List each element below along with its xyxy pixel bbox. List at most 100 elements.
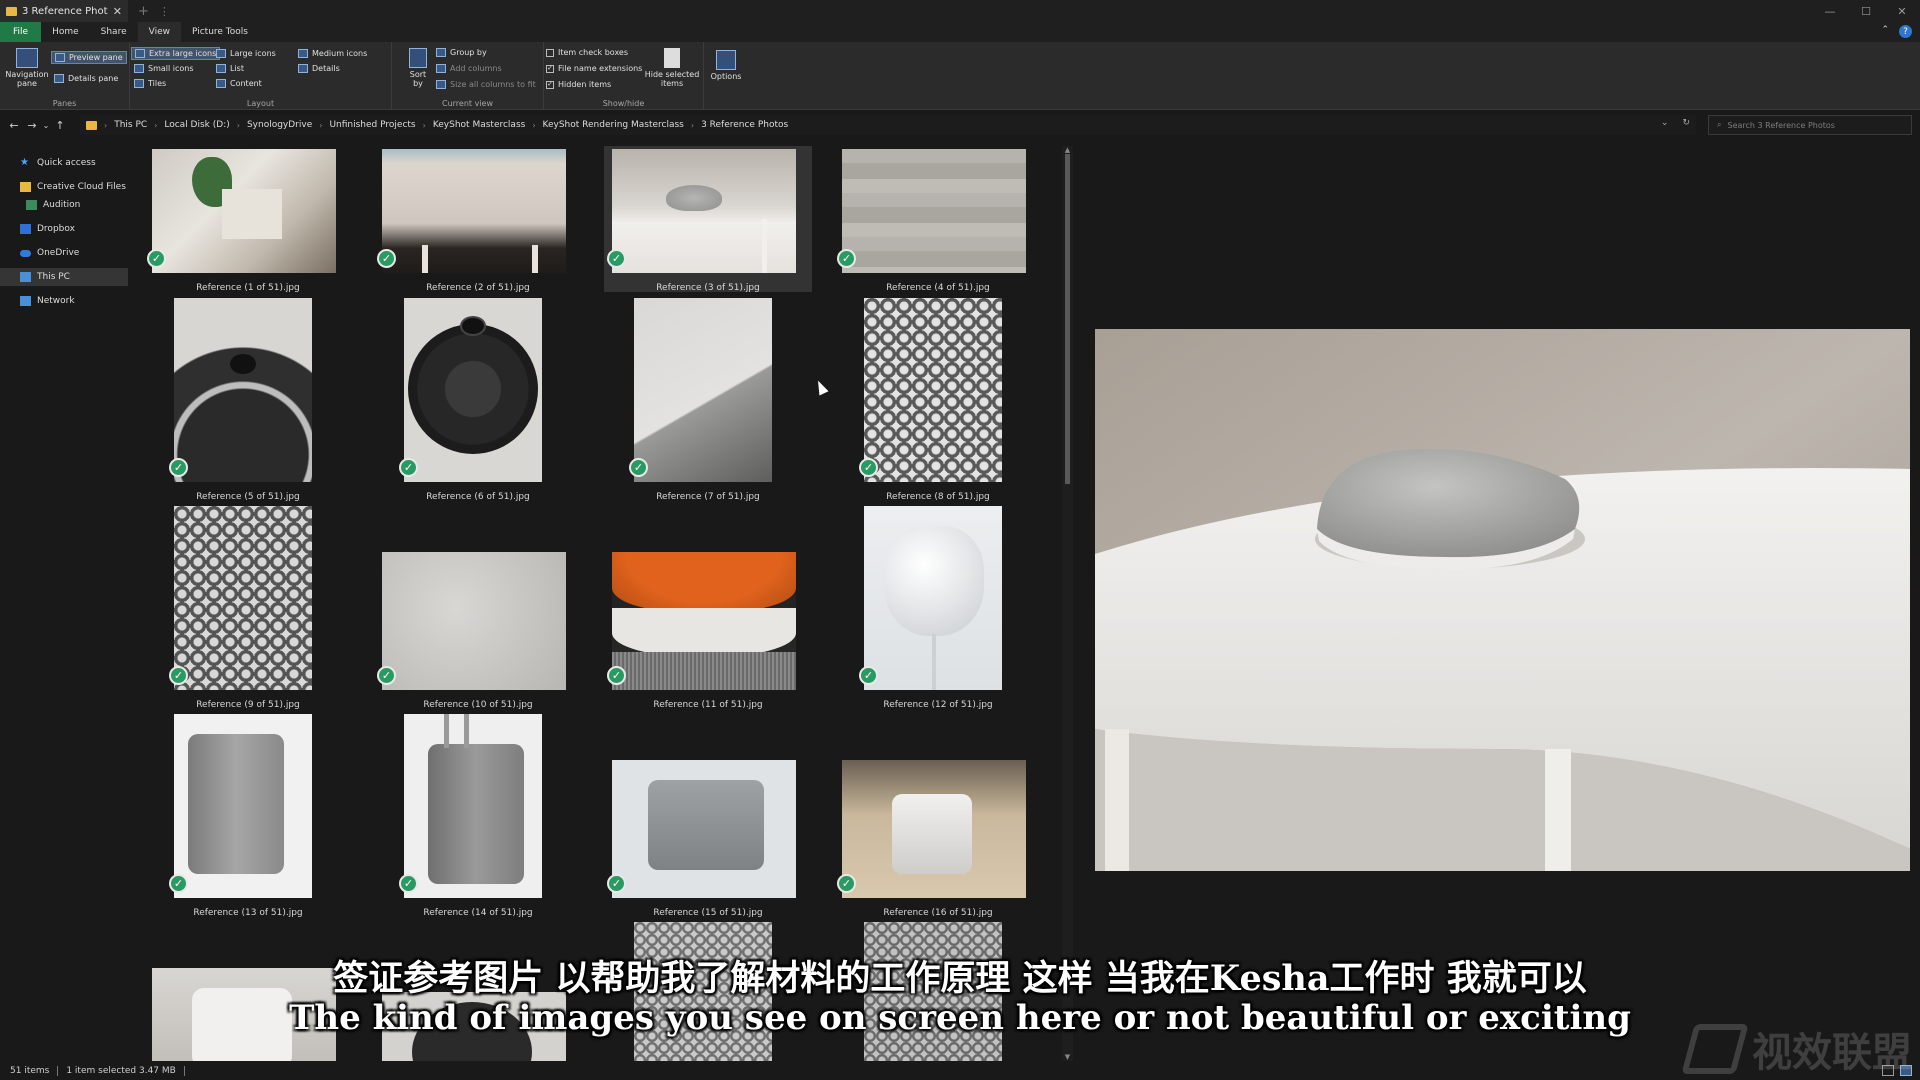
file-name: Reference (9 of 51).jpg <box>196 700 300 710</box>
refresh-icon[interactable]: ↻ <box>1682 118 1690 128</box>
checkmark-icon: ✓ <box>837 249 856 268</box>
file-item[interactable]: ✓ Reference (12 of 51).jpg <box>834 506 1042 714</box>
tab-close-icon[interactable]: ✕ <box>113 5 122 18</box>
search-input[interactable]: ⌕ Search 3 Reference Photos <box>1708 115 1912 135</box>
back-arrow-icon[interactable]: ← <box>5 119 23 132</box>
file-item-selected[interactable]: ✓ Reference (3 of 51).jpg <box>604 146 812 293</box>
layout-medium-icons[interactable]: Medium icons <box>298 49 367 58</box>
tab-share[interactable]: Share <box>90 22 138 42</box>
checkmark-icon: ✓ <box>169 874 188 893</box>
file-name: Reference (15 of 51).jpg <box>653 908 763 918</box>
ribbon-tabs: File Home Share View Picture Tools ⌃ ? <box>0 22 1920 42</box>
file-name: Reference (11 of 51).jpg <box>653 700 763 710</box>
checkmark-icon: ✓ <box>629 458 648 477</box>
file-item[interactable]: ✓ Reference (7 of 51).jpg <box>604 298 812 506</box>
help-icon[interactable]: ? <box>1899 25 1912 38</box>
ribbon-group-panes: Navigation pane Preview pane Details pan… <box>0 42 130 110</box>
collapse-ribbon-icon[interactable]: ⌃ <box>1881 25 1889 38</box>
breadcrumb-keyshot-masterclass[interactable]: KeyShot Masterclass <box>433 120 526 130</box>
address-field[interactable]: › This PC › Local Disk (D:) › SynologyDr… <box>80 115 1696 135</box>
file-item[interactable]: ✓ Reference (9 of 51).jpg <box>144 506 352 714</box>
layout-tiles[interactable]: Tiles <box>134 79 166 88</box>
nav-item-dropbox[interactable]: Dropbox <box>0 220 128 238</box>
file-name: Reference (12 of 51).jpg <box>883 700 993 710</box>
layout-details[interactable]: Details <box>298 64 340 73</box>
list-icon <box>216 64 226 73</box>
file-item[interactable]: ✓ Reference (14 of 51).jpg <box>374 714 582 922</box>
group-by-icon <box>436 48 446 57</box>
scrollbar-thumb[interactable] <box>1065 154 1070 484</box>
item-check-boxes-toggle[interactable]: Item check boxes <box>546 48 628 57</box>
maximize-button[interactable]: ☐ <box>1848 0 1884 22</box>
layout-small-icons[interactable]: Small icons <box>134 64 194 73</box>
tab-file[interactable]: File <box>0 22 42 42</box>
file-item[interactable]: ✓ Reference (11 of 51).jpg <box>604 506 812 714</box>
up-arrow-icon[interactable]: ↑ <box>51 119 69 132</box>
scroll-up-icon[interactable]: ▲ <box>1062 146 1073 154</box>
preview-pane-button[interactable]: Preview pane <box>51 51 127 64</box>
file-item[interactable]: ✓ Reference (5 of 51).jpg <box>144 298 352 506</box>
file-name-extensions-checkbox[interactable]: ✓ <box>546 64 554 73</box>
layout-large-icons[interactable]: Large icons <box>216 49 276 58</box>
tab-home[interactable]: Home <box>41 22 90 42</box>
breadcrumb-3-reference-photos[interactable]: 3 Reference Photos <box>701 120 788 130</box>
file-name-extensions-toggle[interactable]: ✓ File name extensions <box>546 64 642 73</box>
nav-item-creative-cloud-files[interactable]: Creative Cloud Files <box>0 178 128 196</box>
breadcrumb-keyshot-rendering-masterclass[interactable]: KeyShot Rendering Masterclass <box>543 120 684 130</box>
hide-selected-items-button[interactable]: Hide selected items <box>644 48 700 88</box>
new-tab-icon[interactable]: + <box>138 4 149 19</box>
window-tab[interactable]: 3 Reference Photos ✕ <box>0 0 128 22</box>
file-item[interactable]: ✓ Reference (16 of 51).jpg <box>834 714 1042 922</box>
search-icon: ⌕ <box>1717 120 1722 129</box>
minimize-button[interactable]: — <box>1812 0 1848 22</box>
file-item[interactable]: ✓ Reference (13 of 51).jpg <box>144 714 352 922</box>
item-check-boxes-checkbox[interactable] <box>546 48 554 57</box>
group-by-button[interactable]: Group by <box>436 48 487 57</box>
file-item[interactable]: ✓ Reference (15 of 51).jpg <box>604 714 812 922</box>
status-bar: 51 items 1 item selected 3.47 MB <box>0 1062 1920 1080</box>
details-pane-button[interactable]: Details pane <box>54 74 118 83</box>
breadcrumb-local-disk[interactable]: Local Disk (D:) <box>164 120 229 130</box>
tab-picture-tools[interactable]: Picture Tools <box>181 22 259 42</box>
address-dropdown-icon[interactable]: ⌄ <box>1661 118 1669 128</box>
hidden-items-checkbox[interactable]: ✓ <box>546 80 554 89</box>
breadcrumb-unfinished-projects[interactable]: Unfinished Projects <box>329 120 415 130</box>
sort-by-button[interactable]: Sort by <box>406 48 430 88</box>
forward-arrow-icon[interactable]: → <box>23 119 41 132</box>
file-name: Reference (4 of 51).jpg <box>886 283 990 293</box>
breadcrumb-this-pc[interactable]: This PC <box>114 120 147 130</box>
close-button[interactable]: ✕ <box>1884 0 1920 22</box>
file-grid-scrollbar[interactable]: ▲ ▼ <box>1062 146 1073 1061</box>
recent-locations-icon[interactable]: ⌄ <box>41 121 51 130</box>
thumbnail-image <box>404 714 542 898</box>
layout-list[interactable]: List <box>216 64 244 73</box>
tab-menu-icon[interactable]: ⋮ <box>159 5 170 18</box>
add-columns-button[interactable]: Add columns <box>436 64 502 73</box>
list-label: List <box>230 64 244 73</box>
file-item[interactable]: ✓ Reference (10 of 51).jpg <box>374 506 582 714</box>
navigation-pane-button[interactable]: Navigation pane <box>4 48 50 88</box>
hidden-items-label: Hidden items <box>558 80 612 89</box>
nav-item-onedrive[interactable]: OneDrive <box>0 244 128 262</box>
file-item[interactable]: ✓ Reference (6 of 51).jpg <box>374 298 582 506</box>
layout-extra-large-icons[interactable]: Extra large icons <box>130 47 221 60</box>
subtitle-english: The kind of images you see on screen her… <box>289 998 1631 1038</box>
breadcrumb-synologydrive[interactable]: SynologyDrive <box>247 120 312 130</box>
size-columns-button[interactable]: Size all columns to fit <box>436 80 536 89</box>
nav-item-this-pc[interactable]: This PC <box>0 268 128 286</box>
nav-item-audition[interactable]: Audition <box>0 196 128 214</box>
thumbnail-image <box>152 149 336 273</box>
file-item[interactable]: ✓ Reference (8 of 51).jpg <box>834 298 1042 506</box>
hidden-items-toggle[interactable]: ✓ Hidden items <box>546 80 611 89</box>
nav-item-quick-access[interactable]: ★ Quick access <box>0 154 128 172</box>
layout-content[interactable]: Content <box>216 79 262 88</box>
tab-view[interactable]: View <box>137 22 181 42</box>
nav-item-network[interactable]: Network <box>0 292 128 310</box>
large-icons-label: Large icons <box>230 49 276 58</box>
tiles-label: Tiles <box>148 79 167 88</box>
checkmark-icon: ✓ <box>399 458 418 477</box>
scroll-down-icon[interactable]: ▼ <box>1062 1053 1073 1061</box>
ribbon-right-controls: ⌃ ? <box>1881 25 1912 38</box>
medium-icons-icon <box>298 49 308 58</box>
options-button[interactable]: Options <box>708 50 744 81</box>
